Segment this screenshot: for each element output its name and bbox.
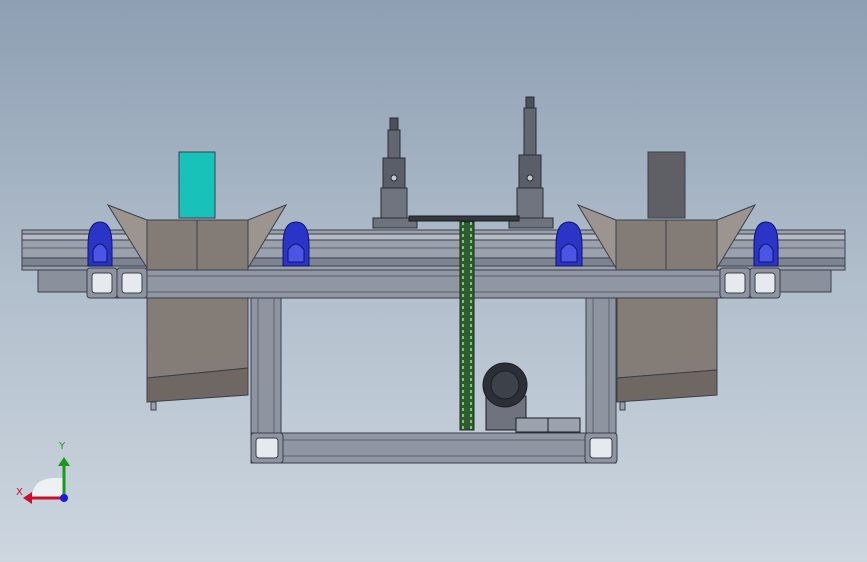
- teal-block: [178, 151, 216, 219]
- x-axis-arrow: [23, 492, 32, 504]
- bearing-block-2: [282, 221, 310, 267]
- z-axis-dot: [60, 494, 68, 502]
- grey-block: [647, 151, 686, 219]
- left-lower-hopper: [146, 296, 249, 411]
- right-lower-hopper: [616, 296, 718, 411]
- y-axis-label: Y: [59, 441, 66, 452]
- gear-motor: [482, 362, 581, 433]
- drive-chain: [459, 221, 475, 431]
- x-axis-label: X: [16, 487, 23, 498]
- right-clamp: [508, 96, 554, 229]
- cad-viewport[interactable]: X Y: [0, 0, 867, 562]
- bearing-block-4: [753, 221, 779, 267]
- assembly-front-view: [21, 96, 846, 504]
- left-clamp: [372, 117, 418, 229]
- bearing-block-3: [555, 221, 583, 267]
- clamp-rail: [408, 215, 520, 222]
- y-axis-arrow: [58, 457, 70, 466]
- bearing-block-1: [87, 221, 113, 267]
- axis-triad: [23, 457, 70, 504]
